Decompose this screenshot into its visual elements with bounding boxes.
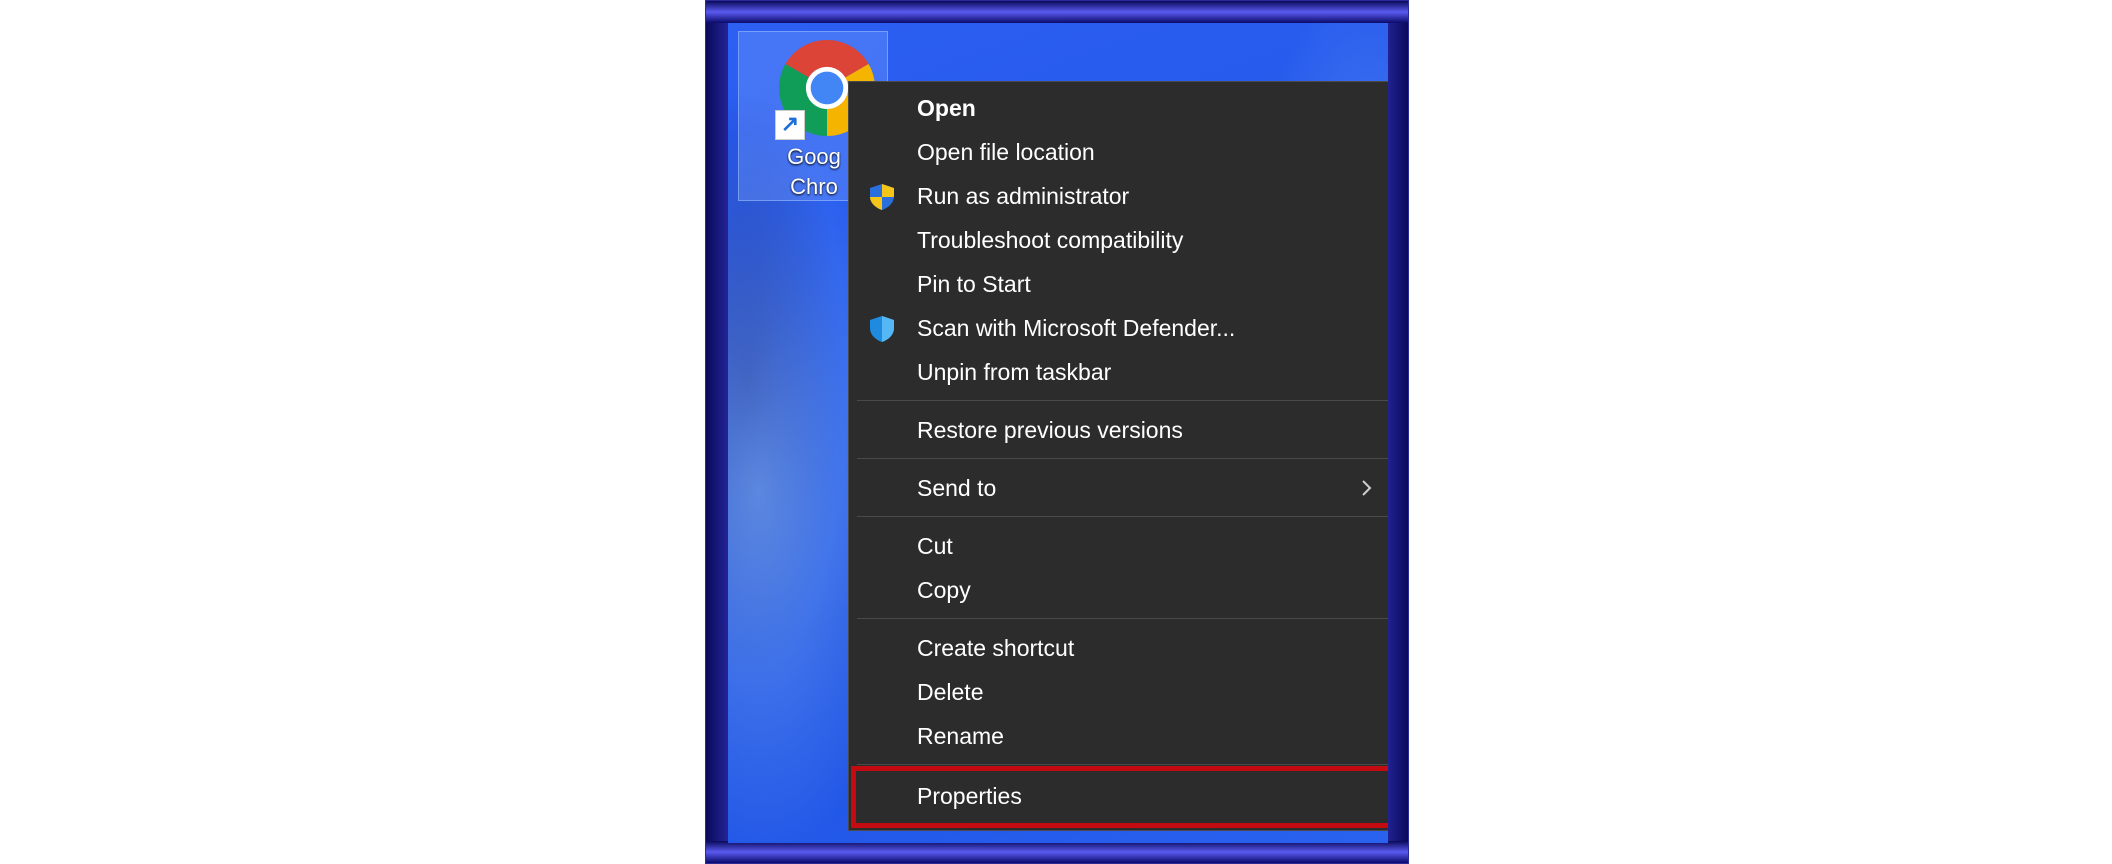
menu-item-pin-to-start[interactable]: Pin to Start <box>849 262 1388 306</box>
menu-item-send-to[interactable]: Send to <box>849 466 1388 510</box>
menu-item-label: Rename <box>917 723 1004 749</box>
menu-item-label: Open <box>917 95 976 121</box>
menu-separator <box>857 618 1388 619</box>
menu-item-label: Scan with Microsoft Defender... <box>917 315 1236 341</box>
menu-separator <box>857 400 1388 401</box>
menu-item-scan-with-defender[interactable]: Scan with Microsoft Defender... <box>849 306 1388 350</box>
menu-item-run-as-administrator[interactable]: Run as administrator <box>849 174 1388 218</box>
menu-item-unpin-from-taskbar[interactable]: Unpin from taskbar <box>849 350 1388 394</box>
menu-item-label: Unpin from taskbar <box>917 359 1112 385</box>
menu-item-label: Pin to Start <box>917 271 1031 297</box>
menu-item-cut[interactable]: Cut <box>849 524 1388 568</box>
menu-item-label: Troubleshoot compatibility <box>917 227 1184 253</box>
menu-item-label: Run as administrator <box>917 183 1130 209</box>
menu-item-label: Delete <box>917 679 984 705</box>
uac-shield-icon <box>870 184 894 210</box>
menu-item-open[interactable]: Open <box>849 86 1388 130</box>
menu-item-copy[interactable]: Copy <box>849 568 1388 612</box>
screenshot-frame: ↗ Goog Chro Open Open file location Run … <box>705 0 1409 864</box>
menu-item-delete[interactable]: Delete <box>849 670 1388 714</box>
menu-item-label: Open file location <box>917 139 1095 165</box>
frame-bottom-edge <box>706 841 1408 863</box>
menu-item-label: Restore previous versions <box>917 417 1183 443</box>
menu-item-label: Send to <box>917 475 997 501</box>
menu-item-rename[interactable]: Rename <box>849 714 1388 758</box>
chevron-right-icon <box>1362 480 1372 496</box>
menu-separator <box>857 764 1388 765</box>
context-menu: Open Open file location Run as administr… <box>848 81 1388 831</box>
menu-separator <box>857 458 1388 459</box>
menu-item-label: Copy <box>917 577 971 603</box>
defender-shield-icon <box>870 316 894 342</box>
menu-item-create-shortcut[interactable]: Create shortcut <box>849 626 1388 670</box>
menu-item-troubleshoot-compatibility[interactable]: Troubleshoot compatibility <box>849 218 1388 262</box>
desktop: ↗ Goog Chro Open Open file location Run … <box>728 23 1388 843</box>
menu-separator <box>857 516 1388 517</box>
shortcut-arrow-icon: ↗ <box>775 110 805 140</box>
menu-item-label: Cut <box>917 533 953 559</box>
properties-highlight-box <box>851 766 1388 828</box>
menu-item-label: Create shortcut <box>917 635 1075 661</box>
frame-top-edge <box>706 1 1408 23</box>
menu-item-restore-previous-versions[interactable]: Restore previous versions <box>849 408 1388 452</box>
menu-item-open-file-location[interactable]: Open file location <box>849 130 1388 174</box>
